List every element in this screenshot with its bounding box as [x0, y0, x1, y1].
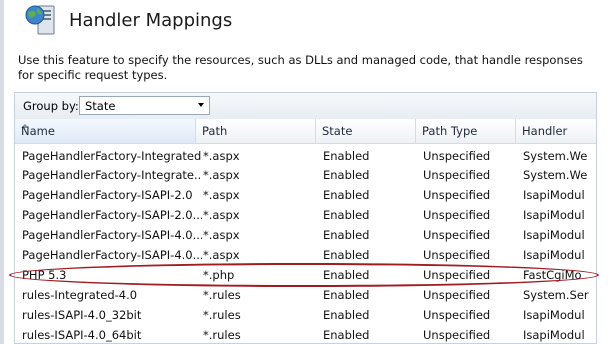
cell-path: *.aspx: [203, 149, 240, 163]
cell-handler: System.We: [523, 168, 588, 182]
cell-handler: IsapiModul: [523, 208, 585, 222]
cell-path-type: Unspecified: [423, 188, 491, 202]
cell-path-type: Unspecified: [423, 268, 491, 282]
groupby-selected-value: State: [85, 99, 116, 113]
column-header-label: Name: [21, 124, 55, 138]
cell-state: Enabled: [323, 168, 370, 182]
cell-path: *.rules: [203, 328, 241, 342]
table-row[interactable]: rules-ISAPI-4.0_32bit *.rules Enabled Un…: [15, 305, 596, 325]
cell-name: PageHandlerFactory-ISAPI-4.0...: [22, 248, 202, 262]
cell-path: *.php: [203, 268, 235, 282]
table-row[interactable]: rules-ISAPI-4.0_64bit *.rules Enabled Un…: [15, 325, 596, 343]
cell-name: PageHandlerFactory-ISAPI-2.0...: [22, 208, 202, 222]
cell-name: rules-Integrated-4.0: [22, 288, 138, 302]
cell-state: Enabled: [323, 328, 370, 342]
table-row[interactable]: PageHandlerFactory-ISAPI-2.0 *.aspx Enab…: [15, 185, 596, 205]
cell-name: PageHandlerFactory-Integrate...: [22, 168, 202, 182]
groupby-dropdown[interactable]: State: [79, 96, 210, 115]
cell-handler: IsapiModul: [523, 188, 585, 202]
cell-name: rules-ISAPI-4.0_64bit: [22, 328, 142, 342]
chevron-down-icon: [198, 103, 204, 107]
column-header-label: Path Type: [422, 124, 478, 138]
table-row[interactable]: rules-Integrated-4.0 *.rules Enabled Uns…: [15, 285, 596, 305]
cell-path: *.aspx: [203, 168, 240, 182]
cell-path-type: Unspecified: [423, 288, 491, 302]
cell-path-type: Unspecified: [423, 208, 491, 222]
page-header: Handler Mappings: [4, 0, 611, 46]
column-header-label: Path: [202, 124, 228, 138]
page-title: Handler Mappings: [69, 10, 233, 31]
cell-handler: IsapiModul: [523, 328, 585, 342]
cell-handler: IsapiModul: [523, 308, 585, 322]
column-header-label: State: [322, 124, 353, 138]
handler-mappings-list[interactable]: Name Path State Path Type Handler PageHa…: [14, 119, 597, 344]
column-header-label: Handler: [522, 124, 568, 138]
column-header-path[interactable]: Path: [196, 119, 316, 143]
cell-name: rules-ISAPI-4.0_32bit: [22, 308, 142, 322]
table-row[interactable]: PageHandlerFactory-ISAPI-4.0... *.aspx E…: [15, 225, 596, 245]
groupby-label: Group by:: [23, 99, 79, 113]
cell-state: Enabled: [323, 288, 370, 302]
cell-handler: IsapiModul: [523, 248, 585, 262]
table-row-php[interactable]: PHP 5.3 *.php Enabled Unspecified FastCg…: [15, 265, 596, 285]
cell-name: PageHandlerFactory-ISAPI-4.0...: [22, 228, 202, 242]
cell-path-type: Unspecified: [423, 308, 491, 322]
cell-state: Enabled: [323, 308, 370, 322]
table-row[interactable]: PageHandlerFactory-ISAPI-4.0... *.aspx E…: [15, 245, 596, 265]
table-row[interactable]: PageHandlerFactory-Integrated *.aspx Ena…: [15, 146, 596, 166]
cell-name: PageHandlerFactory-ISAPI-2.0: [22, 188, 193, 202]
cell-name: PageHandlerFactory-Integrated: [22, 149, 202, 163]
cell-handler: System.We: [523, 149, 588, 163]
column-header-state[interactable]: State: [316, 119, 416, 143]
table-row[interactable]: PageHandlerFactory-ISAPI-2.0... *.aspx E…: [15, 205, 596, 225]
globe-server-icon: [25, 5, 55, 35]
cell-state: Enabled: [323, 188, 370, 202]
column-header-handler[interactable]: Handler: [516, 119, 596, 143]
column-header-row: Name Path State Path Type Handler: [15, 119, 596, 144]
table-row[interactable]: PageHandlerFactory-Integrate... *.aspx E…: [15, 165, 596, 185]
cell-path: *.rules: [203, 288, 241, 302]
cell-state: Enabled: [323, 228, 370, 242]
cell-path-type: Unspecified: [423, 149, 491, 163]
column-header-path-type[interactable]: Path Type: [416, 119, 516, 143]
cell-path: *.aspx: [203, 248, 240, 262]
cell-path: *.aspx: [203, 228, 240, 242]
cell-handler: IsapiModul: [523, 228, 585, 242]
groupby-toolbar: Group by: State: [14, 92, 597, 119]
cell-state: Enabled: [323, 268, 370, 282]
column-header-name[interactable]: Name: [15, 119, 196, 143]
cell-path-type: Unspecified: [423, 168, 491, 182]
feature-description: Use this feature to specify the resource…: [18, 53, 583, 82]
cell-path: *.aspx: [203, 188, 240, 202]
cell-path-type: Unspecified: [423, 228, 491, 242]
cell-name: PHP 5.3: [22, 268, 67, 282]
cell-path: *.aspx: [203, 208, 240, 222]
cell-state: Enabled: [323, 208, 370, 222]
cell-handler: FastCgiMo: [523, 268, 582, 282]
left-panel-edge: [0, 0, 4, 344]
cell-handler: System.Ser: [523, 288, 589, 302]
cell-path-type: Unspecified: [423, 248, 491, 262]
cell-path: *.rules: [203, 308, 241, 322]
cell-path-type: Unspecified: [423, 328, 491, 342]
cell-state: Enabled: [323, 149, 370, 163]
cell-state: Enabled: [323, 248, 370, 262]
